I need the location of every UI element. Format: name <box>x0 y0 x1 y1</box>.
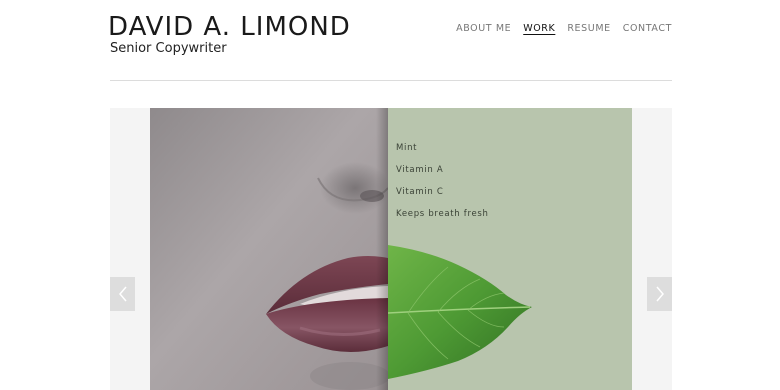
slide: Mint Vitamin A Vitamin C Keeps breath fr… <box>150 108 632 390</box>
mint-leaf-image <box>388 245 532 379</box>
nav-contact[interactable]: CONTACT <box>623 23 672 34</box>
nav-about-me[interactable]: ABOUT ME <box>456 23 511 34</box>
site-subtitle: Senior Copywriter <box>110 41 227 56</box>
feature-item: Keeps breath fresh <box>396 209 489 219</box>
work-slider[interactable]: Mint Vitamin A Vitamin C Keeps breath fr… <box>110 108 672 390</box>
lips-photo <box>150 108 388 390</box>
feature-item: Mint <box>396 143 418 153</box>
feature-item: Vitamin A <box>396 165 444 175</box>
feature-list: Mint Vitamin A Vitamin C Keeps breath fr… <box>396 142 489 230</box>
features-panel: Mint Vitamin A Vitamin C Keeps breath fr… <box>388 108 632 390</box>
slider-prev-button[interactable] <box>110 277 135 311</box>
header-divider <box>110 80 672 81</box>
main-nav: ABOUT ME WORK RESUME CONTACT <box>456 23 672 34</box>
nav-resume[interactable]: RESUME <box>567 23 610 34</box>
slider-next-button[interactable] <box>647 277 672 311</box>
chevron-right-icon <box>655 286 664 302</box>
feature-item: Vitamin C <box>396 187 444 197</box>
nav-work[interactable]: WORK <box>523 23 555 34</box>
site-name[interactable]: DAVID A. LIMOND <box>108 12 351 42</box>
chevron-left-icon <box>118 286 127 302</box>
page: DAVID A. LIMOND Senior Copywriter ABOUT … <box>0 0 780 390</box>
